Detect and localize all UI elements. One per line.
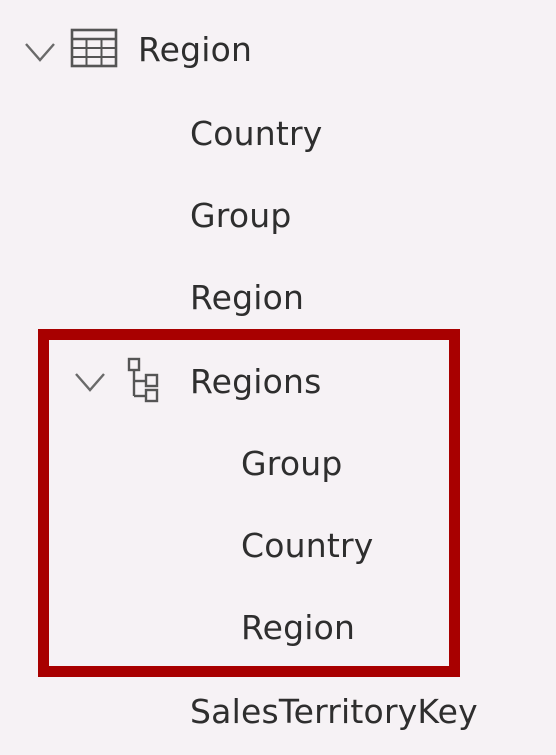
hierarchy-level-item[interactable]: Group [0, 434, 556, 494]
table-icon [70, 28, 118, 68]
field-item[interactable]: SalesTerritoryKey [0, 682, 556, 742]
chevron-down-icon[interactable] [72, 370, 108, 394]
hierarchy-level-label: Region [241, 608, 356, 647]
table-name: Region [138, 30, 253, 69]
field-label: SalesTerritoryKey [190, 692, 478, 731]
hierarchy-node-regions[interactable]: Regions [0, 352, 556, 412]
hierarchy-level-label: Country [241, 526, 374, 565]
chevron-down-icon[interactable] [22, 40, 58, 64]
table-node-region[interactable]: Region [0, 20, 556, 80]
field-label: Region [190, 278, 305, 317]
field-label: Group [190, 196, 292, 235]
hierarchy-level-item[interactable]: Region [0, 598, 556, 658]
hierarchy-level-item[interactable]: Country [0, 516, 556, 576]
fields-pane: Region Country Group Region Regions Grou… [0, 0, 556, 755]
field-item[interactable]: Group [0, 186, 556, 246]
field-item[interactable]: Region [0, 268, 556, 328]
hierarchy-icon [127, 357, 159, 403]
hierarchy-level-label: Group [241, 444, 343, 483]
hierarchy-name: Regions [190, 362, 322, 401]
field-item[interactable]: Country [0, 104, 556, 164]
field-label: Country [190, 114, 323, 153]
